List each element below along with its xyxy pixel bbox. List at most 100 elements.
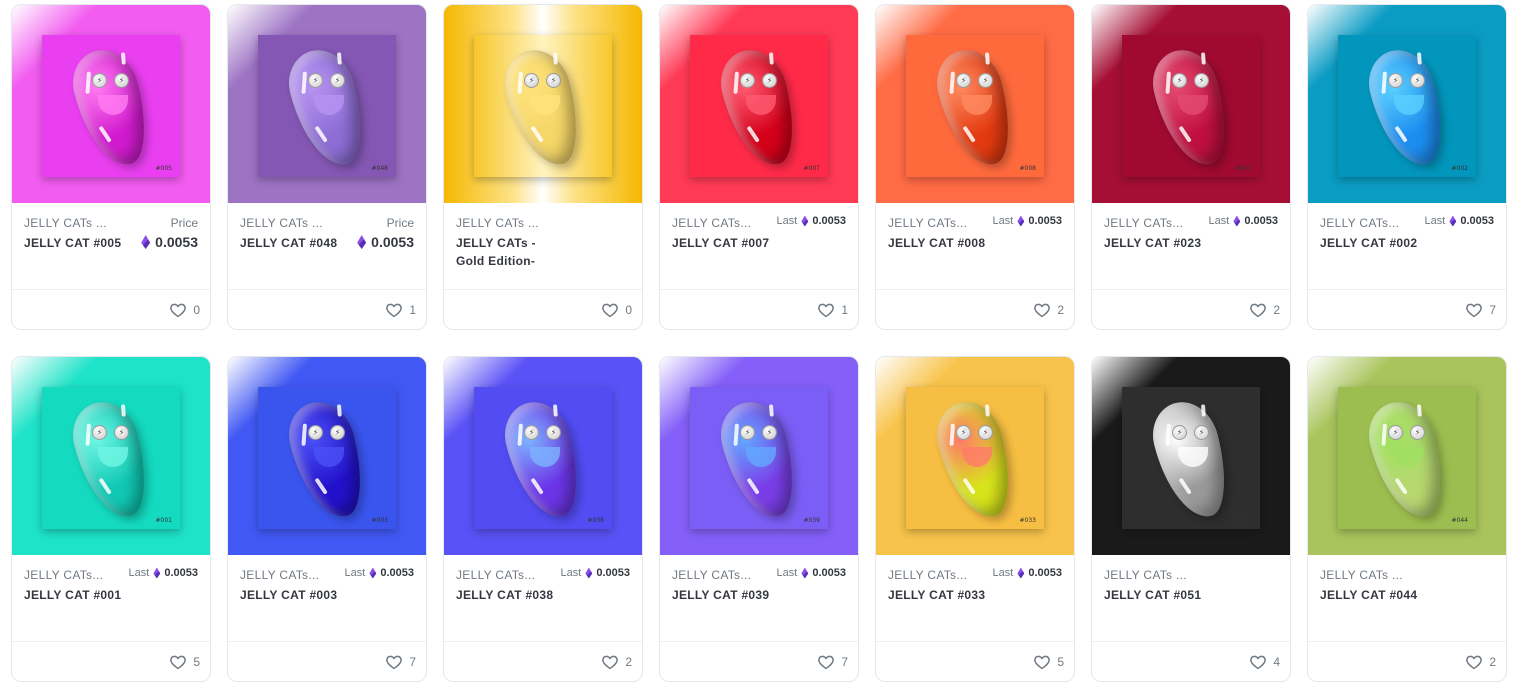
collection-name[interactable]: JELLY CATs ... <box>1320 568 1403 582</box>
collection-name[interactable]: JELLY CATs... <box>240 568 319 582</box>
nft-artwork[interactable]: ⚡ ⚡ #007 <box>660 5 858 203</box>
asset-card[interactable]: ⚡ ⚡ #005 JELLY CATs ... JELLY CAT #005 P… <box>11 4 211 330</box>
card-footer: 2 <box>444 641 642 681</box>
asset-name[interactable]: JELLY CAT #051 <box>1104 586 1214 604</box>
right-eye-icon: ⚡ <box>762 73 777 88</box>
nft-artwork[interactable]: ⚡ ⚡ #051 <box>1092 357 1290 555</box>
asset-card[interactable]: ⚡ ⚡ #008 JELLY CATs... JELLY CAT #008 La… <box>875 4 1075 330</box>
nft-artwork[interactable]: ⚡ ⚡ #039 <box>660 357 858 555</box>
eth-icon <box>153 567 161 579</box>
collection-name[interactable]: JELLY CATs ... <box>24 216 107 230</box>
asset-card[interactable]: ⚡ ⚡ #039 JELLY CATs... JELLY CAT #039 La… <box>659 356 859 682</box>
collection-name[interactable]: JELLY CATs ... <box>1104 568 1187 582</box>
collection-name[interactable]: JELLY CATs... <box>672 216 751 230</box>
asset-name[interactable]: JELLY CAT #002 <box>1320 234 1430 252</box>
highlight <box>1394 477 1408 495</box>
asset-name[interactable]: JELLY CAT #044 <box>1320 586 1430 604</box>
asset-name[interactable]: JELLY CAT #038 <box>456 586 566 604</box>
nft-artwork[interactable]: ⚡ ⚡ #033 <box>876 357 1074 555</box>
asset-name[interactable]: JELLY CAT #033 <box>888 586 998 604</box>
asset-card[interactable]: ⚡ ⚡ #003 JELLY CATs... JELLY CAT #003 La… <box>227 356 427 682</box>
right-eye-icon: ⚡ <box>762 425 777 440</box>
asset-card[interactable]: ⚡ ⚡ JELLY CATs ... JELLY CATs - Gold Edi… <box>443 4 643 330</box>
asset-card[interactable]: ⚡ ⚡ #044 JELLY CATs ... JELLY CAT #044 2 <box>1307 356 1507 682</box>
collection-name[interactable]: JELLY CATs ... <box>456 216 539 230</box>
favorite-button[interactable]: 7 <box>1465 301 1496 319</box>
favorite-button[interactable]: 0 <box>601 301 632 319</box>
asset-name[interactable]: JELLY CAT #007 <box>672 234 782 252</box>
heart-icon[interactable] <box>1033 301 1051 319</box>
heart-icon[interactable] <box>817 653 835 671</box>
asset-card[interactable]: ⚡ ⚡ #038 JELLY CATs... JELLY CAT #038 La… <box>443 356 643 682</box>
nft-artwork[interactable]: ⚡ ⚡ #044 <box>1308 357 1506 555</box>
favorite-button[interactable]: 7 <box>817 653 848 671</box>
favorite-button[interactable]: 1 <box>385 301 416 319</box>
asset-card[interactable]: ⚡ ⚡ #023 JELLY CATs... JELLY CAT #023 La… <box>1091 4 1291 330</box>
heart-icon[interactable] <box>1465 301 1483 319</box>
left-eye-icon: ⚡ <box>92 73 107 88</box>
heart-icon[interactable] <box>1249 653 1267 671</box>
asset-name[interactable]: JELLY CATs - Gold Edition- <box>456 234 566 270</box>
collection-name[interactable]: JELLY CATs... <box>1104 216 1183 230</box>
asset-card[interactable]: ⚡ ⚡ #007 JELLY CATs... JELLY CAT #007 La… <box>659 4 859 330</box>
collection-name[interactable]: JELLY CATs... <box>1320 216 1399 230</box>
heart-icon[interactable] <box>385 301 403 319</box>
favorite-button[interactable]: 4 <box>1249 653 1280 671</box>
nft-artwork[interactable]: ⚡ ⚡ #001 <box>12 357 210 555</box>
asset-card[interactable]: ⚡ ⚡ #001 JELLY CATs... JELLY CAT #001 La… <box>11 356 211 682</box>
highlight <box>1200 404 1206 417</box>
last-label: Last <box>1208 215 1230 227</box>
asset-card[interactable]: ⚡ ⚡ #033 JELLY CATs... JELLY CAT #033 La… <box>875 356 1075 682</box>
nft-artwork[interactable]: ⚡ ⚡ #003 <box>228 357 426 555</box>
collection-name[interactable]: JELLY CATs... <box>672 568 751 582</box>
asset-name[interactable]: JELLY CAT #023 <box>1104 234 1214 252</box>
asset-name[interactable]: JELLY CAT #005 <box>24 234 134 252</box>
favorite-button[interactable]: 2 <box>601 653 632 671</box>
collection-name[interactable]: JELLY CATs ... <box>240 216 323 230</box>
heart-icon[interactable] <box>169 653 187 671</box>
asset-name[interactable]: JELLY CAT #039 <box>672 586 782 604</box>
collection-name[interactable]: JELLY CATs... <box>24 568 103 582</box>
nft-artwork[interactable]: ⚡ ⚡ #008 <box>876 5 1074 203</box>
asset-name[interactable]: JELLY CAT #008 <box>888 234 998 252</box>
nft-artwork[interactable]: ⚡ ⚡ <box>444 5 642 203</box>
heart-icon[interactable] <box>1465 653 1483 671</box>
favorite-button[interactable]: 2 <box>1033 301 1064 319</box>
favorite-count: 2 <box>625 655 632 669</box>
collection-name[interactable]: JELLY CATs... <box>888 216 967 230</box>
nft-artwork[interactable]: ⚡ ⚡ #048 <box>228 5 426 203</box>
heart-icon[interactable] <box>817 301 835 319</box>
favorite-count: 2 <box>1489 655 1496 669</box>
favorite-button[interactable]: 5 <box>169 653 200 671</box>
heart-icon[interactable] <box>385 653 403 671</box>
heart-icon[interactable] <box>601 653 619 671</box>
asset-name[interactable]: JELLY CAT #003 <box>240 586 350 604</box>
last-price-amount: 0.0053 <box>164 567 198 579</box>
left-eye-icon: ⚡ <box>308 73 323 88</box>
asset-name[interactable]: JELLY CAT #048 <box>240 234 350 252</box>
favorite-button[interactable]: 2 <box>1249 301 1280 319</box>
asset-name[interactable]: JELLY CAT #001 <box>24 586 134 604</box>
artwork-frame: ⚡ ⚡ #023 <box>1122 35 1260 177</box>
nft-artwork[interactable]: ⚡ ⚡ #005 <box>12 5 210 203</box>
heart-icon[interactable] <box>1033 653 1051 671</box>
heart-icon[interactable] <box>601 301 619 319</box>
artwork-signature: #038 <box>587 517 604 524</box>
nft-artwork[interactable]: ⚡ ⚡ #002 <box>1308 5 1506 203</box>
asset-card[interactable]: ⚡ ⚡ #048 JELLY CATs ... JELLY CAT #048 P… <box>227 4 427 330</box>
favorite-button[interactable]: 2 <box>1465 653 1496 671</box>
collection-name[interactable]: JELLY CATs... <box>888 568 967 582</box>
favorite-button[interactable]: 5 <box>1033 653 1064 671</box>
favorite-button[interactable]: 0 <box>169 301 200 319</box>
favorite-button[interactable]: 7 <box>385 653 416 671</box>
price-label: Price <box>170 216 198 230</box>
heart-icon[interactable] <box>1249 301 1267 319</box>
heart-icon[interactable] <box>169 301 187 319</box>
nft-artwork[interactable]: ⚡ ⚡ #038 <box>444 357 642 555</box>
asset-card[interactable]: ⚡ ⚡ #002 JELLY CATs... JELLY CAT #002 La… <box>1307 4 1507 330</box>
nft-artwork[interactable]: ⚡ ⚡ #023 <box>1092 5 1290 203</box>
highlight <box>984 52 990 65</box>
asset-card[interactable]: ⚡ ⚡ #051 JELLY CATs ... JELLY CAT #051 4 <box>1091 356 1291 682</box>
favorite-button[interactable]: 1 <box>817 301 848 319</box>
collection-name[interactable]: JELLY CATs... <box>456 568 535 582</box>
